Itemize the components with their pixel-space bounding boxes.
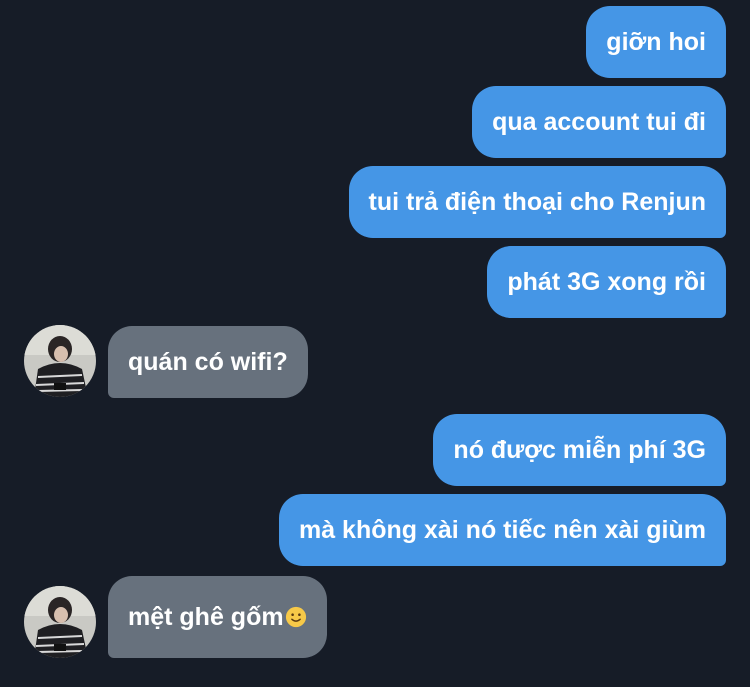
message-bubble-sent[interactable]: nó được miễn phí 3G [433,414,726,486]
message-bubble-received[interactable]: mệt ghê gốm [108,576,327,658]
smiling-face-icon [285,606,306,628]
message-bubble-sent[interactable]: qua account tui đi [472,86,726,158]
message-bubble-sent[interactable]: phát 3G xong rồi [487,246,726,318]
avatar-photo [24,325,96,397]
avatar-photo [24,586,96,658]
message-bubble-sent[interactable]: giỡn hoi [586,6,726,78]
message-bubble-sent[interactable]: mà không xài nó tiếc nên xài giùm [278,494,726,566]
message-bubble-received[interactable]: quán có wifi? [108,326,308,398]
avatar[interactable] [24,586,96,658]
avatar[interactable] [24,325,96,397]
message-text: mệt ghê gốm [128,603,284,631]
message-bubble-sent[interactable]: tui trả điện thoại cho Renjun [348,166,726,238]
